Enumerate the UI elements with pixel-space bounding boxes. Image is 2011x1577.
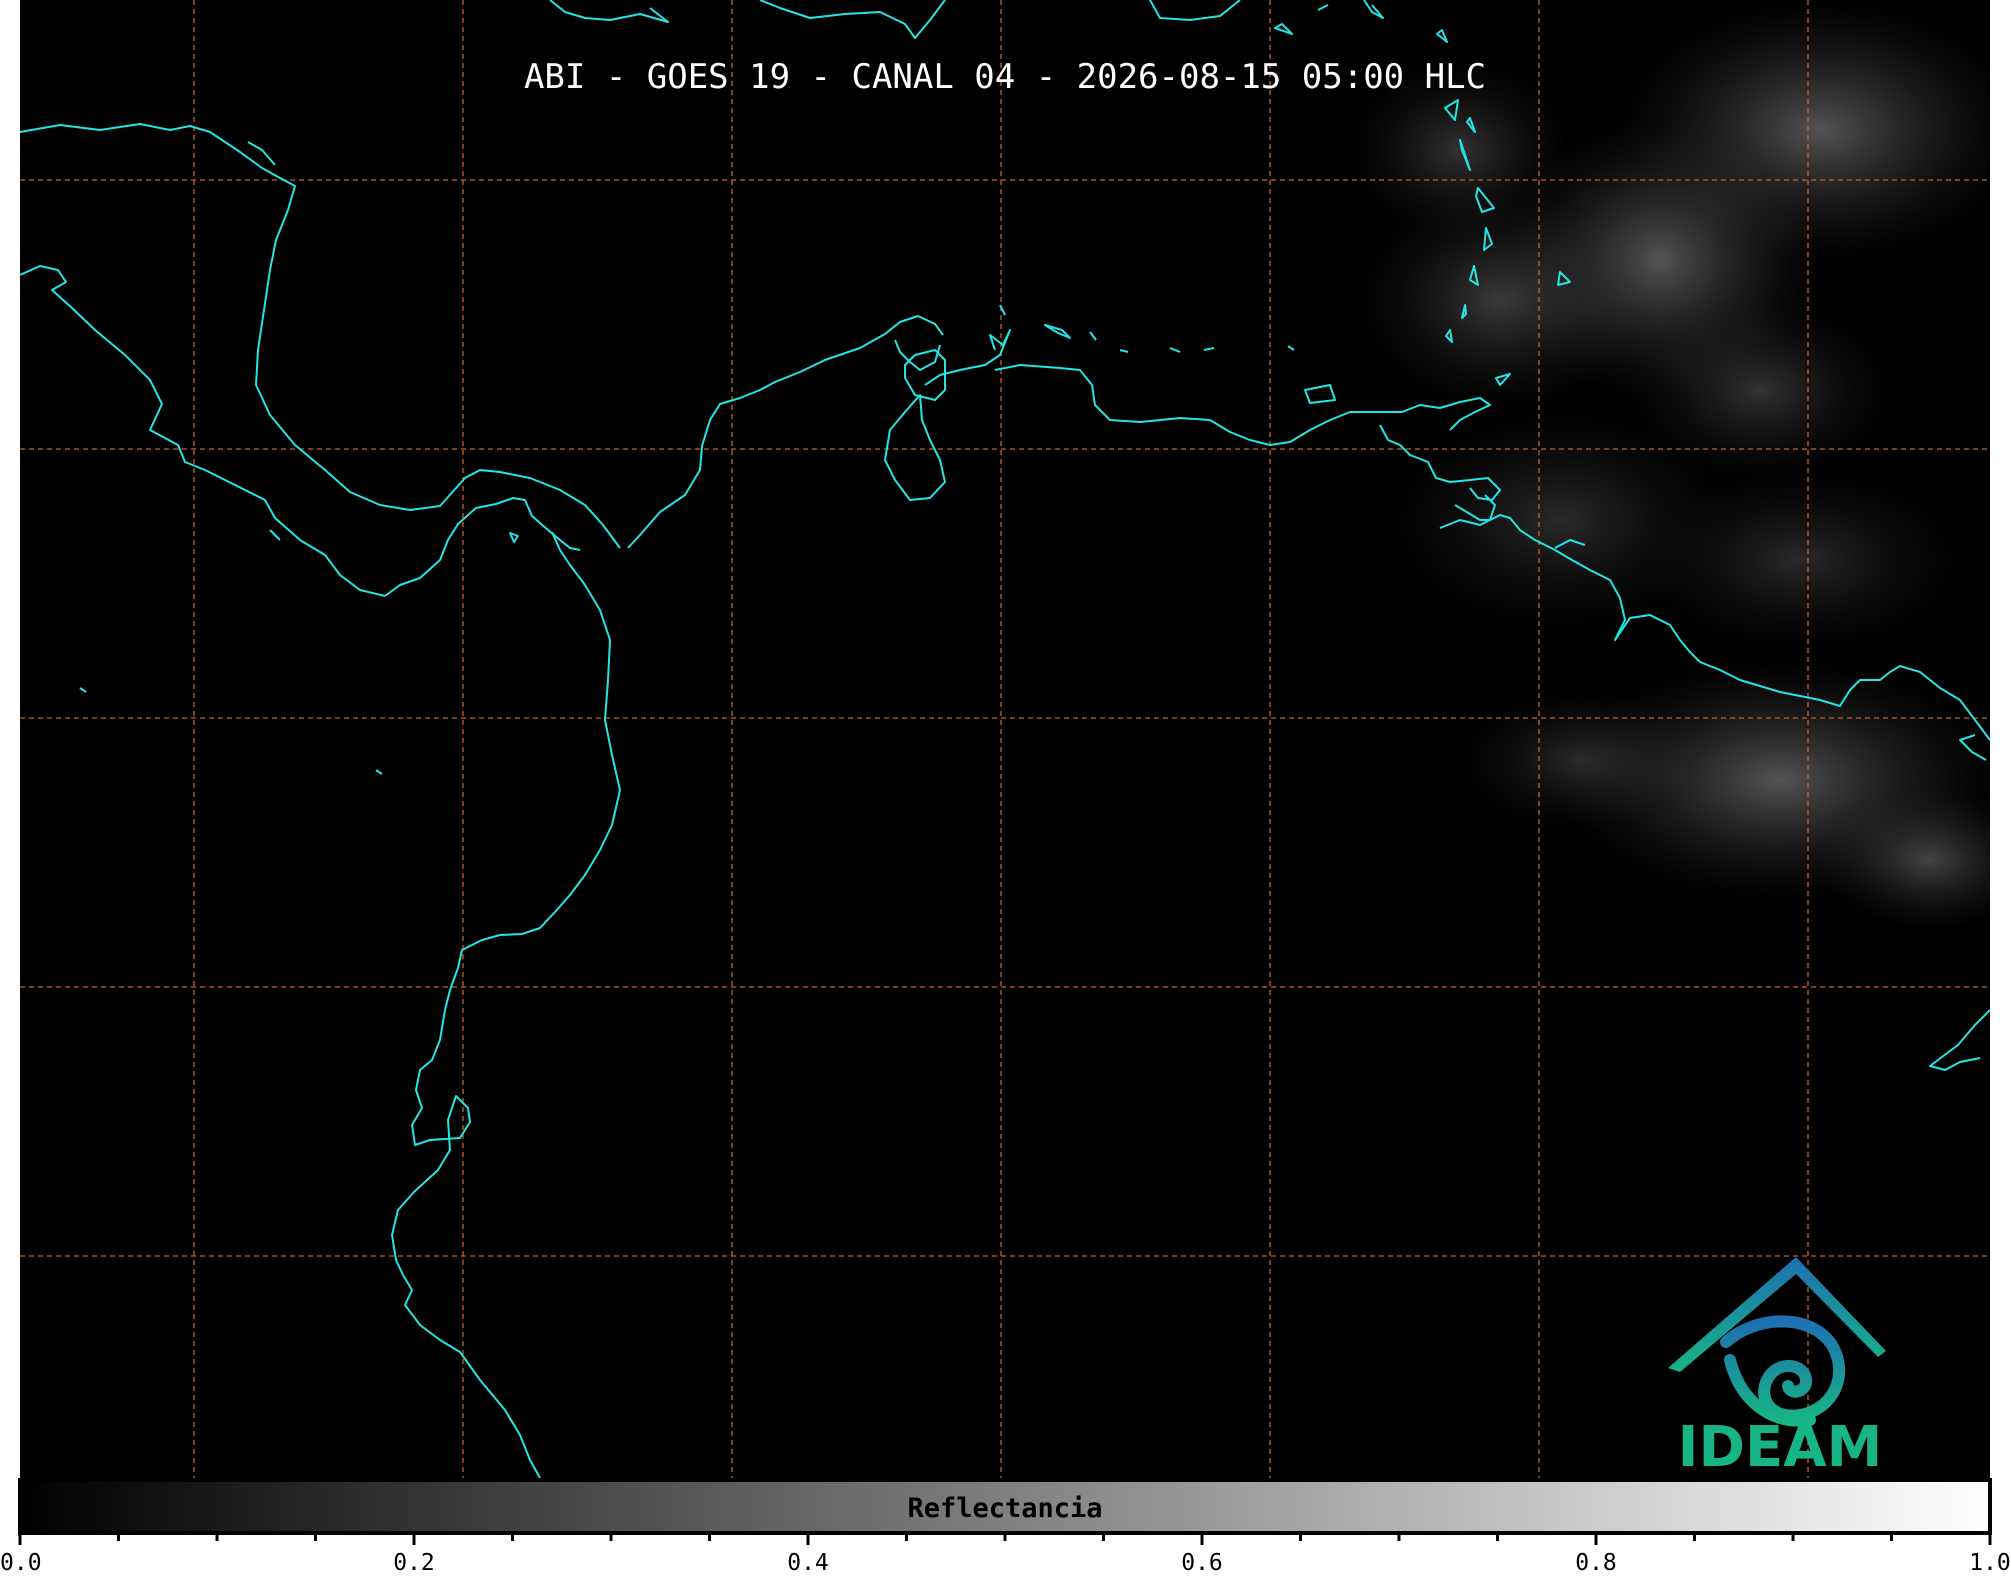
colorbar-tick-label: 1.0 [1969, 1550, 2011, 1576]
colorbar-tick-label: 0.0 [0, 1550, 42, 1576]
colorbar-ticks: 0.0 0.2 0.4 0.6 0.8 1.0 [0, 1533, 2011, 1576]
colorbar-label: Reflectancia [907, 1493, 1102, 1524]
colorbar: Reflectancia 0.0 0.2 0.4 0.6 0.8 1.0 [0, 1478, 2011, 1576]
satellite-map: ABI - GOES 19 - CANAL 04 - 2026-08-15 05… [0, 0, 2011, 1576]
map-title: ABI - GOES 19 - CANAL 04 - 2026-08-15 05… [524, 57, 1486, 97]
colorbar-tick-label: 0.4 [787, 1550, 829, 1576]
colorbar-tick-label: 0.8 [1575, 1550, 1617, 1576]
satellite-image-viewer: ABI - GOES 19 - CANAL 04 - 2026-08-15 05… [0, 0, 2011, 1577]
logo-text: IDEAM [1678, 1415, 1883, 1480]
colorbar-tick-label: 0.2 [393, 1550, 435, 1576]
colorbar-tick-label: 0.6 [1181, 1550, 1223, 1576]
